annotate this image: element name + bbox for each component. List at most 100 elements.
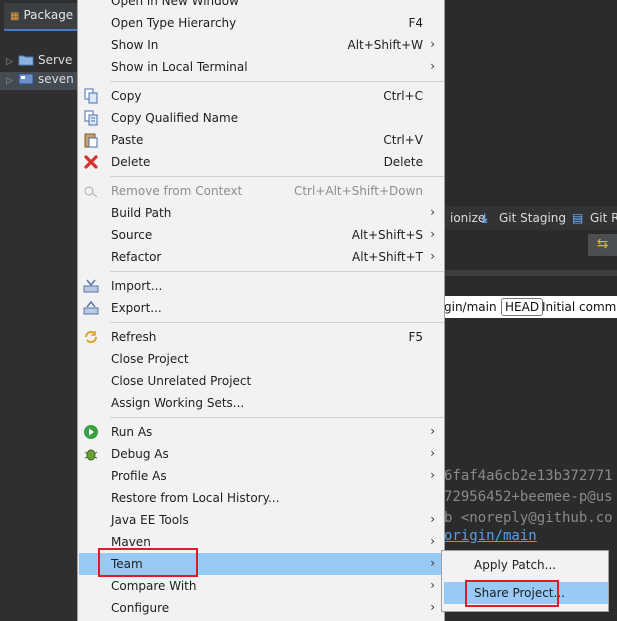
menu-item-label: Configure [111,601,170,615]
tab-synchronize[interactable]: ionize [450,211,485,225]
menu-item-export[interactable]: Export... [79,297,443,319]
menu-item-import[interactable]: Import... [79,275,443,297]
expand-arrow-icon[interactable]: ▷ [6,76,18,86]
head-badge: HEAD [501,298,544,316]
menu-item-label: Copy [111,89,142,103]
git-view-tabs: ionize ⤓ Git Staging ▤ Git Re [444,206,617,230]
menu-item-shortcut: F4 [408,16,423,30]
sync-button[interactable]: ⇆ [588,234,617,256]
menu-item-java-ee-tools[interactable]: Java EE Tools › [79,509,443,531]
menu-item-label: Open Type Hierarchy [111,16,237,30]
run-icon [84,425,98,439]
menu-item-label: Debug As [111,447,169,461]
menu-item-shortcut: Delete [383,155,423,169]
git-staging-icon: ⤓ [482,211,488,225]
refresh-icon [85,331,97,343]
submenu-arrow-icon: › [430,446,435,460]
menu-separator [110,322,444,323]
commit-author: 72956452+beemee-p@us [444,489,613,505]
menu-item-close-unrelated-project[interactable]: Close Unrelated Project [79,370,443,392]
menu-item-label: Profile As [111,469,167,483]
tree-item-servers[interactable]: ▷ Serve [0,53,78,71]
menu-item-copy[interactable]: Copy Ctrl+C [79,85,443,107]
tab-git-reflog[interactable]: Git Re [590,211,617,225]
submenu-arrow-icon: › [430,424,435,438]
submenu-arrow-icon: › [430,578,435,592]
menu-item-label: Refresh [111,330,157,344]
menu-item-label: Java EE Tools [111,513,189,527]
tab-package-explorer[interactable]: ▦ Package [4,3,78,31]
menu-item-label: Refactor [111,250,162,264]
submenu-arrow-icon: › [430,37,435,51]
menu-item-refresh[interactable]: Refresh F5 [79,326,443,348]
submenu-arrow-icon: › [430,205,435,219]
menu-item-refactor[interactable]: Refactor Alt+Shift+T › [79,246,443,268]
menu-item-label: Build Path [111,206,172,220]
menu-item-open-in-new-window[interactable]: Open in New Window [79,0,443,12]
copy-icon [84,88,98,104]
branch-link[interactable]: origin/main [444,528,537,544]
menu-item-label: Run As [111,425,153,439]
copy-qualified-name-icon [84,110,98,126]
tab-git-staging[interactable]: Git Staging [499,211,566,225]
submenu-arrow-icon: › [430,249,435,263]
menu-item-shortcut: Ctrl+V [383,133,423,147]
menu-item-run-as[interactable]: Run As › [79,421,443,443]
menu-item-remove-from-context: Remove from Context Ctrl+Alt+Shift+Down [79,180,443,202]
menu-item-apply-patch[interactable]: Apply Patch... [444,554,608,576]
annotation-highlight-share-project [465,580,559,607]
menu-item-shortcut: Alt+Shift+T [352,250,423,264]
tab-package-explorer-label: Package [23,8,74,22]
menu-item-profile-as[interactable]: Profile As › [79,465,443,487]
menu-item-build-path[interactable]: Build Path › [79,202,443,224]
menu-item-paste[interactable]: Paste Ctrl+V [79,129,443,151]
tree-item-label: Serve [38,53,73,67]
menu-item-close-project[interactable]: Close Project [79,348,443,370]
submenu-arrow-icon: › [430,556,435,570]
menu-item-label: Copy Qualified Name [111,111,239,125]
export-icon [83,300,99,315]
menu-item-configure[interactable]: Configure › [79,597,443,619]
annotation-highlight-team [98,548,198,577]
menu-item-assign-working-sets[interactable]: Assign Working Sets... [79,392,443,414]
submenu-arrow-icon: › [430,468,435,482]
menu-item-label: Open in New Window [111,0,239,8]
menu-separator [110,176,444,177]
menu-item-show-in[interactable]: Show In Alt+Shift+W › [79,34,443,56]
menu-item-label: Maven [111,535,151,549]
menu-item-compare-with[interactable]: Compare With › [79,575,443,597]
tree-item-label: seven [38,72,74,86]
delete-icon [84,155,98,169]
menu-item-restore-local-history[interactable]: Restore from Local History... [79,487,443,509]
submenu-arrow-icon: › [430,534,435,548]
menu-separator [110,271,444,272]
menu-item-show-in-local-terminal[interactable]: Show in Local Terminal › [79,56,443,78]
debug-icon [84,449,98,461]
sync-icon: ⇆ [596,236,609,252]
remove-context-icon [84,186,98,198]
commit-hash: 6faf4a6cb2e13b372771 [444,468,613,484]
menu-item-label: Close Unrelated Project [111,374,252,388]
commit-row[interactable]: gin/main HEAD Initial commit [444,296,617,318]
package-explorer-panel: ▦ Package ▷ Serve ▷ seven [0,0,78,621]
menu-item-label: Compare With [111,579,197,593]
folder-icon [18,55,34,66]
menu-item-copy-qualified-name[interactable]: Copy Qualified Name [79,107,443,129]
menu-item-delete[interactable]: Delete Delete [79,151,443,173]
menu-item-shortcut: Alt+Shift+W [347,38,424,52]
expand-arrow-icon[interactable]: ▷ [6,57,18,67]
branch-ref: gin/main [444,300,497,314]
menu-item-label: Restore from Local History... [111,491,280,505]
git-reflog-icon: ▤ [572,211,584,225]
package-explorer-icon: ▦ [10,11,20,22]
menu-item-shortcut: F5 [408,330,423,344]
menu-item-source[interactable]: Source Alt+Shift+S › [79,224,443,246]
tree-item-project[interactable]: ▷ seven [0,72,78,90]
menu-item-debug-as[interactable]: Debug As › [79,443,443,465]
menu-separator [110,417,444,418]
menu-item-label: Delete [111,155,151,169]
menu-separator [110,81,444,82]
menu-item-open-type-hierarchy[interactable]: Open Type Hierarchy F4 [79,12,443,34]
submenu-arrow-icon: › [430,59,435,73]
submenu-arrow-icon: › [430,512,435,526]
